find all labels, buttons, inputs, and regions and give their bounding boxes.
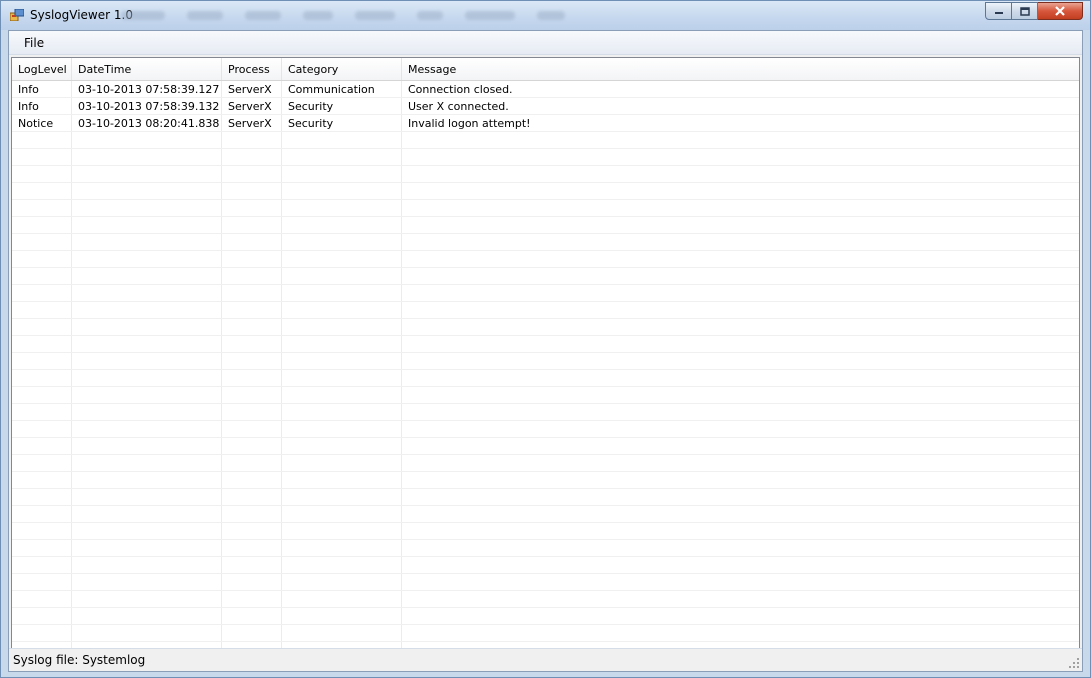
close-button[interactable] (1038, 2, 1083, 20)
table-row[interactable]: Info 03-10-2013 07:58:39.127 ServerX Com… (12, 81, 1079, 98)
minimize-icon (994, 12, 1003, 14)
log-table-header: LogLevel DateTime Process Category Messa… (12, 58, 1079, 81)
close-icon (1055, 6, 1065, 16)
column-header-process[interactable]: Process (222, 58, 282, 80)
window-title: SyslogViewer 1.0 (30, 8, 133, 22)
title-bar[interactable]: SyslogViewer 1.0 (1, 1, 1090, 30)
column-header-datetime[interactable]: DateTime (72, 58, 222, 80)
window-controls (985, 2, 1083, 20)
column-header-message[interactable]: Message (402, 58, 1079, 80)
cell-category: Security (288, 117, 334, 130)
cell-loglevel: Info (18, 100, 39, 113)
app-icon (10, 9, 24, 21)
cell-datetime: 03-10-2013 07:58:39.132 (78, 100, 220, 113)
menu-file[interactable]: File (17, 35, 51, 51)
status-bar: Syslog file: Systemlog (9, 648, 1082, 671)
cell-process: ServerX (228, 100, 272, 113)
column-header-loglevel[interactable]: LogLevel (12, 58, 72, 80)
grid-lines (12, 81, 1079, 648)
minimize-button[interactable] (985, 2, 1012, 20)
cell-message: Connection closed. (408, 83, 513, 96)
cell-loglevel: Info (18, 83, 39, 96)
cell-process: ServerX (228, 83, 272, 96)
log-rows: Info 03-10-2013 07:58:39.127 ServerX Com… (12, 81, 1079, 132)
table-row[interactable]: Info 03-10-2013 07:58:39.132 ServerX Sec… (12, 98, 1079, 115)
cell-loglevel: Notice (18, 117, 54, 130)
menu-bar: File (9, 31, 1082, 55)
menu-file-label: File (24, 36, 45, 50)
cell-category: Security (288, 100, 334, 113)
cell-category: Communication (288, 83, 375, 96)
client-area: File LogLevel DateTime Process Category … (8, 30, 1083, 672)
cell-message: User X connected. (408, 100, 509, 113)
log-list-view[interactable]: LogLevel DateTime Process Category Messa… (11, 57, 1080, 649)
resize-grip-icon[interactable] (1069, 658, 1079, 668)
cell-message: Invalid logon attempt! (408, 117, 531, 130)
maximize-icon (1019, 6, 1030, 16)
maximize-button[interactable] (1012, 2, 1038, 20)
blurred-taskbar-strip (121, 11, 565, 20)
status-text: Syslog file: Systemlog (13, 653, 146, 667)
table-row[interactable]: Notice 03-10-2013 08:20:41.838 ServerX S… (12, 115, 1079, 132)
cell-datetime: 03-10-2013 08:20:41.838 (78, 117, 220, 130)
column-header-category[interactable]: Category (282, 58, 402, 80)
cell-datetime: 03-10-2013 07:58:39.127 (78, 83, 220, 96)
cell-process: ServerX (228, 117, 272, 130)
main-window: SyslogViewer 1.0 File LogLevel DateTime … (0, 0, 1091, 678)
